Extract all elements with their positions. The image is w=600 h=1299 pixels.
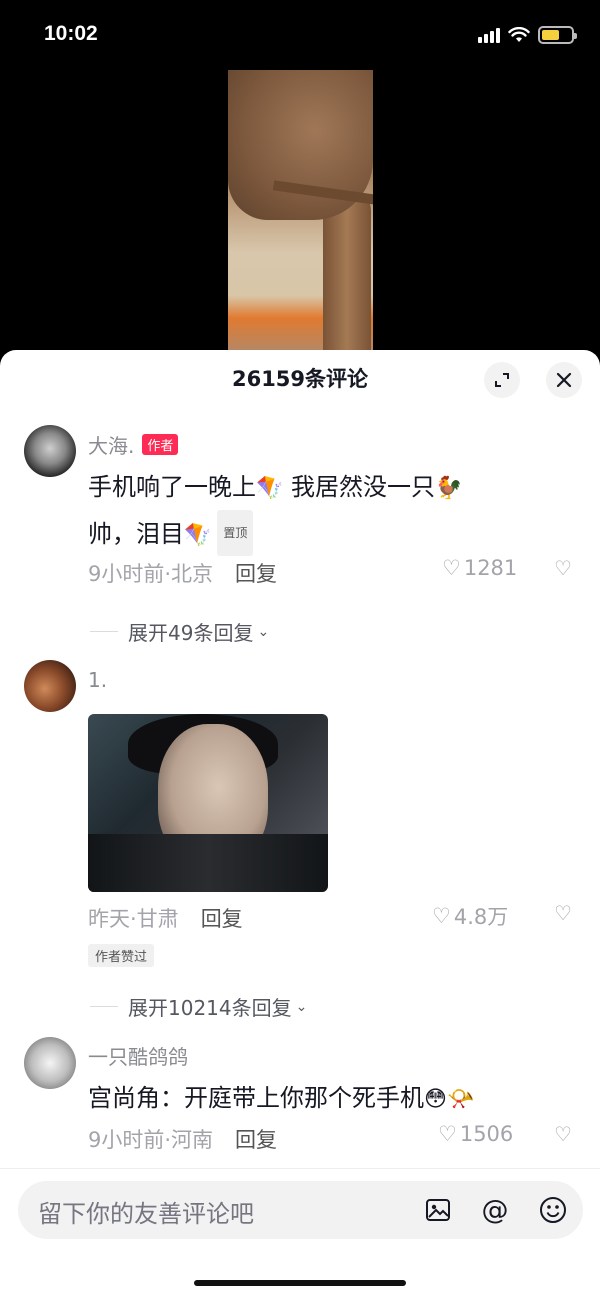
- close-button[interactable]: [546, 362, 582, 398]
- comment-image[interactable]: [88, 714, 328, 892]
- at-icon[interactable]: @: [479, 1194, 511, 1226]
- battery-icon: [538, 26, 577, 44]
- avatar[interactable]: [24, 660, 76, 712]
- comment-username[interactable]: 一只酷鸽鸽: [88, 1041, 188, 1070]
- chevron-down-icon: ⌄: [295, 998, 308, 1015]
- heart-icon: ♡: [432, 904, 451, 928]
- pinned-badge: 置顶: [217, 510, 254, 556]
- chevron-down-icon: ⌄: [257, 623, 270, 640]
- emoji-icon[interactable]: [537, 1194, 569, 1226]
- avatar[interactable]: [24, 425, 76, 477]
- dislike-icon[interactable]: ♡: [554, 556, 572, 580]
- comment-sheet: 26159条评论 大海. 作者 手机响了一晚上🪁 我居然没一只🐓 帅，泪目🪁 置顶 …: [0, 350, 600, 1299]
- divider: [0, 1168, 600, 1169]
- comment-input[interactable]: 留下你的友善评论吧 @: [18, 1181, 583, 1239]
- close-icon: [556, 372, 572, 388]
- rooster-emoji-icon: 🐓: [435, 476, 463, 501]
- like-button[interactable]: ♡ 4.8万: [432, 901, 508, 931]
- comment-username[interactable]: 1.: [88, 668, 107, 692]
- reply-button[interactable]: 回复: [201, 907, 243, 931]
- image-icon[interactable]: [422, 1194, 454, 1226]
- avatar[interactable]: [24, 1037, 76, 1089]
- author-badge: 作者: [142, 434, 179, 455]
- flushed-emoji-icon: 😳: [424, 1087, 447, 1112]
- heart-icon: ♡: [442, 556, 461, 580]
- status-bar: 10:02: [0, 0, 600, 70]
- comment-meta: 9小时前·河南 回复: [88, 1128, 278, 1152]
- horn-emoji-icon: 📯: [446, 1087, 475, 1112]
- comment-username[interactable]: 大海. 作者: [88, 430, 179, 459]
- dislike-icon[interactable]: ♡: [554, 901, 572, 925]
- status-icons: [478, 26, 577, 44]
- comment-text: 手机响了一晚上🪁 我居然没一只🐓 帅，泪目🪁 置顶: [88, 466, 462, 557]
- heart-icon: ♡: [438, 1122, 457, 1146]
- dislike-icon[interactable]: ♡: [554, 1122, 572, 1146]
- comment-meta: 昨天·甘肃 回复: [88, 907, 243, 931]
- kite-emoji-icon: 🪁: [256, 476, 284, 501]
- status-time: 10:02: [44, 22, 98, 45]
- comment-input-placeholder: 留下你的友善评论吧: [38, 1200, 254, 1228]
- expand-replies-button[interactable]: 展开49条回复 ⌄: [90, 617, 269, 646]
- signal-icon: [478, 27, 500, 43]
- expand-icon: [495, 373, 509, 387]
- video-preview[interactable]: [228, 70, 373, 352]
- home-indicator[interactable]: [194, 1280, 406, 1286]
- comment-text: 宫尚角：开庭带上你那个死手机😳📯: [88, 1077, 474, 1121]
- author-liked-badge: 作者赞过: [88, 944, 155, 967]
- expand-replies-button[interactable]: 展开10214条回复 ⌄: [90, 992, 307, 1021]
- like-button[interactable]: ♡ 1281: [442, 556, 517, 580]
- comment-meta: 9小时前·北京 回复: [88, 562, 278, 586]
- kite-emoji-icon: 🪁: [184, 523, 212, 548]
- wifi-icon: [508, 27, 530, 42]
- like-button[interactable]: ♡ 1506: [438, 1122, 513, 1146]
- expand-button[interactable]: [484, 362, 520, 398]
- reply-button[interactable]: 回复: [235, 1128, 277, 1152]
- reply-button[interactable]: 回复: [235, 562, 277, 586]
